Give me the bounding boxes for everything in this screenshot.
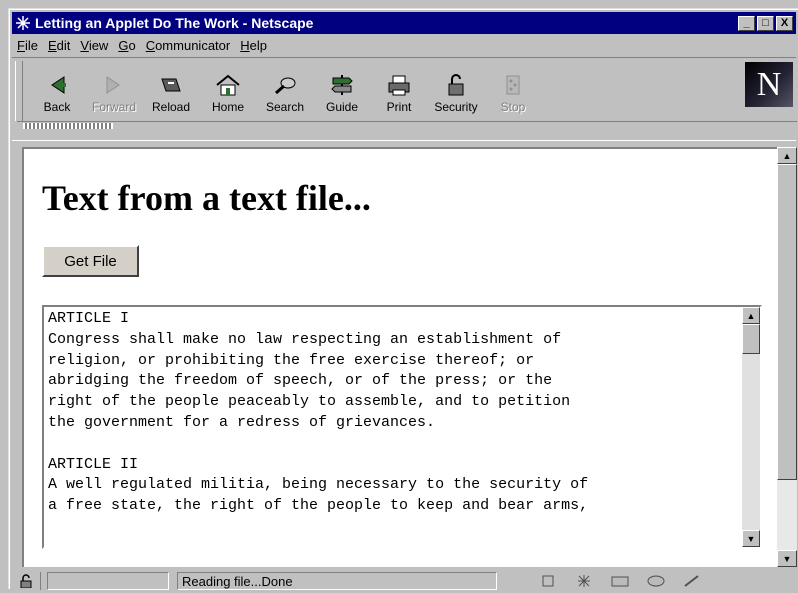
status-bar: Reading file...Done (12, 569, 796, 593)
padlock-icon (440, 72, 472, 98)
search-flashlight-icon (269, 72, 301, 98)
page-title: Text from a text file... (42, 178, 371, 218)
back-arrow-icon (41, 72, 73, 98)
menu-file[interactable]: File (12, 38, 43, 53)
text-area[interactable]: ARTICLE I Congress shall make no law resp… (42, 305, 762, 549)
toolbar-grip[interactable] (15, 61, 23, 121)
component-bar-icon[interactable] (537, 573, 559, 589)
menu-communicator[interactable]: Communicator (141, 38, 236, 53)
text-area-content: ARTICLE I Congress shall make no law resp… (48, 309, 588, 517)
security-lock-status-icon[interactable] (12, 572, 41, 590)
navigator-icon[interactable] (573, 573, 595, 589)
mail-icon[interactable] (609, 573, 631, 589)
page-scroll-down-icon[interactable]: ▼ (777, 550, 797, 567)
home-icon (212, 72, 244, 98)
stop-icon (497, 72, 529, 98)
text-area-scrollbar[interactable]: ▲ ▼ (742, 307, 760, 547)
text-line: A well regulated militia, being necessar… (48, 476, 589, 494)
print-button[interactable]: Print (372, 64, 426, 114)
printer-icon (383, 72, 415, 98)
text-line: right of the people peaceably to assembl… (48, 393, 571, 411)
menu-edit[interactable]: Edit (43, 38, 75, 53)
get-file-button[interactable]: Get File (42, 245, 139, 277)
forward-button[interactable]: Forward (87, 64, 141, 114)
home-button[interactable]: Home (201, 64, 255, 114)
text-line: abridging the freedom of speech, or of t… (48, 372, 553, 390)
text-line: the government for a redress of grievanc… (48, 413, 436, 431)
status-text: Reading file...Done (177, 572, 497, 590)
menu-go[interactable]: Go (113, 38, 140, 53)
page-scrollbar[interactable]: ▲ ▼ (777, 147, 797, 567)
title-bar[interactable]: Letting an Applet Do The Work - Netscape… (12, 12, 796, 34)
netscape-app-icon (15, 15, 31, 31)
close-button[interactable]: X (776, 15, 793, 31)
netscape-logo[interactable]: N (745, 62, 793, 107)
navigation-toolbar: Back Forward Reload Home Search Guide Pr… (12, 57, 797, 141)
progress-bar (47, 572, 169, 590)
discussion-icon[interactable] (645, 573, 667, 589)
menu-bar: File Edit View Go Communicator Help (12, 35, 272, 55)
stop-button[interactable]: Stop (486, 64, 540, 114)
reload-button[interactable]: Reload (144, 64, 198, 114)
security-button[interactable]: Security (429, 64, 483, 114)
page-scroll-up-icon[interactable]: ▲ (777, 147, 797, 164)
search-button[interactable]: Search (258, 64, 312, 114)
forward-arrow-icon (98, 72, 130, 98)
composer-icon[interactable] (681, 573, 703, 589)
window-title: Letting an Applet Do The Work - Netscape (35, 15, 314, 31)
page-content: Text from a text file... Get File ARTICL… (22, 147, 777, 567)
toolbar-expand-tab[interactable] (23, 123, 113, 129)
text-line (48, 434, 588, 455)
browser-window: Letting an Applet Do The Work - Netscape… (8, 8, 798, 590)
page-scroll-thumb[interactable] (777, 164, 797, 480)
guide-signpost-icon (326, 72, 358, 98)
scroll-up-icon[interactable]: ▲ (742, 307, 760, 324)
scroll-thumb[interactable] (742, 324, 760, 354)
scroll-down-icon[interactable]: ▼ (742, 530, 760, 547)
guide-button[interactable]: Guide (315, 64, 369, 114)
menu-help[interactable]: Help (235, 38, 272, 53)
text-line: a free state, the right of the people to… (48, 497, 589, 515)
maximize-button[interactable]: □ (757, 15, 774, 31)
text-line: ARTICLE II (48, 455, 139, 473)
location-toolbar-collapsed (17, 121, 797, 130)
menu-view[interactable]: View (75, 38, 113, 53)
back-button[interactable]: Back (30, 64, 84, 114)
text-line: religion, or prohibiting the free exerci… (48, 351, 535, 369)
reload-icon (155, 72, 187, 98)
text-line: Congress shall make no law respecting an… (48, 330, 562, 348)
minimize-button[interactable]: _ (738, 15, 755, 31)
text-line: ARTICLE I (48, 310, 130, 327)
